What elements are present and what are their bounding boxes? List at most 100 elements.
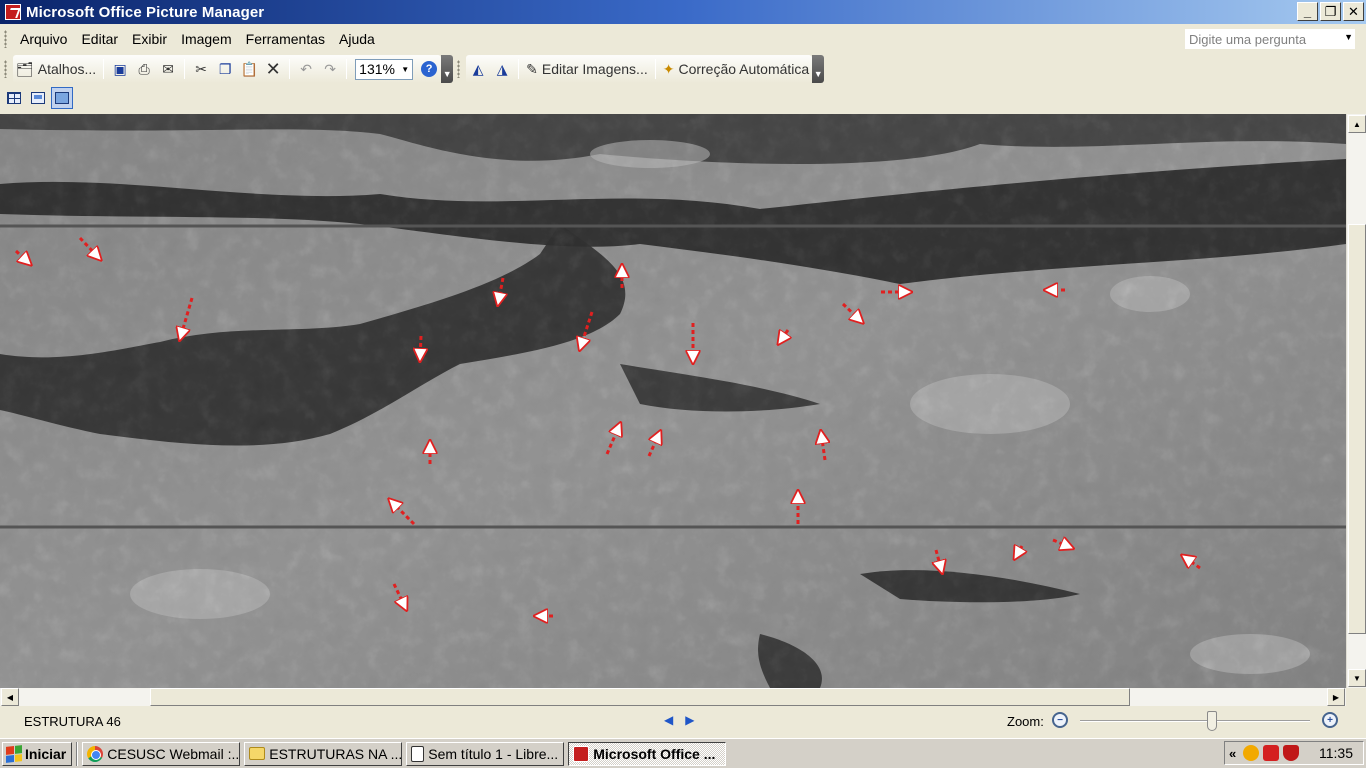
print-icon: ⎙ [138,60,150,77]
shortcuts-button[interactable]: 🗂 Atalhos... [13,58,99,80]
undo-button[interactable]: ↶ [294,58,318,80]
toolbar-separator [518,59,520,79]
surface-texture [0,114,1346,688]
zoom-out-icon[interactable]: − [1052,712,1068,728]
email-icon: ✉ [162,60,175,77]
start-button[interactable]: Iniciar [2,741,73,766]
picture-view[interactable] [0,114,1346,688]
horizontal-scrollbar[interactable]: ◀ ▶ [0,688,1346,706]
scroll-down-button[interactable]: ▼ [1348,669,1366,687]
edit-images-button[interactable]: ✎ Editar Imagens... [523,58,651,80]
edit-images-label: Editar Imagens... [541,61,648,77]
zoom-combo[interactable]: 131% ▼ [355,58,414,80]
clock: 11:35 [1319,745,1353,761]
rotate-left-icon: ◭ [472,60,484,77]
standard-toolbar: 🗂 Atalhos... ▣ ⎙ ✉ ✂ ❐ 📋 ✕ ↶ ↷ 131% ▼ ? … [0,54,880,84]
chrome-icon [87,745,104,762]
rotate-right-icon: ◮ [496,60,508,77]
arrow-right-icon: ▶ [1332,692,1340,702]
vertical-scrollbar[interactable]: ▲ ▼ [1346,114,1366,688]
zoom-in-icon[interactable]: + [1322,712,1338,728]
scroll-left-button[interactable]: ◀ [1,688,19,706]
zoom-slider-track[interactable] [1080,720,1310,722]
horizontal-scroll-thumb[interactable] [150,688,1130,706]
delete-button[interactable]: ✕ [261,58,285,80]
ask-dropdown-icon[interactable]: ▼ [1344,32,1353,42]
rotate-right-button[interactable]: ◮ [490,58,514,80]
save-icon: ▣ [113,60,127,77]
rotate-left-button[interactable]: ◭ [466,58,490,80]
single-picture-view-icon [55,92,69,104]
filmstrip-view-button[interactable] [27,87,49,109]
zoom-slider-thumb[interactable] [1207,711,1217,731]
menu-editar[interactable]: Editar [74,31,125,47]
current-file-name: ESTRUTURA 46 [24,714,121,729]
toolbar-options-button[interactable]: ▼ [441,55,454,83]
toolbar-grip[interactable] [457,60,461,78]
scroll-up-button[interactable]: ▲ [1348,115,1366,133]
minimize-button[interactable]: _ [1297,2,1318,21]
undo-icon: ↶ [300,60,313,77]
taskbar-divider [76,741,79,766]
taskbar-item-label: ESTRUTURAS NA ... [269,745,403,762]
document-icon [411,745,425,762]
taskbar-item-folder[interactable]: ESTRUTURAS NA ... [244,741,403,766]
single-picture-view-button[interactable] [51,87,73,109]
shortcuts-icon: 🗂 [16,60,34,77]
lunar-surface-photo [0,114,1346,688]
menu-ajuda[interactable]: Ajuda [332,31,382,47]
menu-ferramentas[interactable]: Ferramentas [239,31,332,47]
messenger-icon[interactable] [1243,745,1259,761]
copy-button[interactable]: ❐ [213,58,237,80]
window-title: Microsoft Office Picture Manager [26,3,265,21]
vertical-scroll-thumb[interactable] [1348,224,1366,634]
close-button[interactable]: ✕ [1343,2,1364,21]
auto-correct-button[interactable]: ✦ Correção Automática [660,58,812,80]
edit-images-icon: ✎ [526,60,538,77]
show-hidden-icons-icon[interactable]: « [1229,746,1239,761]
previous-picture-icon[interactable]: ◀ [664,713,673,727]
taskbar-item-libreoffice[interactable]: Sem título 1 - Libre... [406,741,565,766]
taskbar-item-webmail[interactable]: CESUSC Webmail :... [82,741,241,766]
ask-question-box[interactable]: Digite uma pergunta ▼ [1184,28,1356,50]
menu-arquivo[interactable]: Arquivo [13,31,74,47]
zoom-combo-arrow-icon[interactable]: ▼ [401,65,409,74]
zoom-label: Zoom: [1007,714,1044,729]
filmstrip-view-icon [31,92,45,104]
taskbar-item-picture-manager[interactable]: Microsoft Office ... [568,741,727,766]
menu-imagem[interactable]: Imagem [174,31,239,47]
taskbar: Iniciar CESUSC Webmail :... ESTRUTURAS N… [0,738,1366,768]
redo-button[interactable]: ↷ [318,58,342,80]
system-tray: « 11:35 [1224,741,1364,765]
picture-manager-icon [573,745,590,762]
paste-icon: 📋 [240,60,258,77]
thumbnail-view-icon [7,92,21,104]
scissors-icon: ✂ [195,60,208,77]
picture-manager-icon [5,4,21,20]
email-button[interactable]: ✉ [156,58,180,80]
copy-icon: ❐ [218,60,232,77]
picture-navigation: ◀ ▶ [664,713,694,727]
print-button[interactable]: ⎙ [132,58,156,80]
toolbar-group-main: 🗂 Atalhos... ▣ ⎙ ✉ ✂ ❐ 📋 ✕ ↶ ↷ 131% ▼ ? [13,55,442,83]
cut-button[interactable]: ✂ [189,58,213,80]
toolbar-grip[interactable] [4,60,7,78]
delete-icon: ✕ [265,58,281,79]
thumbnail-view-button[interactable] [3,87,25,109]
paste-button[interactable]: 📋 [237,58,261,80]
toolbar-options-button[interactable]: ▼ [812,55,825,83]
menu-grip[interactable] [4,30,7,48]
taskbar-item-label: CESUSC Webmail :... [107,745,241,762]
save-button[interactable]: ▣ [108,58,132,80]
menu-exibir[interactable]: Exibir [125,31,174,47]
title-bar: Microsoft Office Picture Manager _ ❐ ✕ [0,0,1366,24]
start-label: Iniciar [25,745,67,762]
scroll-right-button[interactable]: ▶ [1327,688,1345,706]
restore-button[interactable]: ❐ [1320,2,1341,21]
help-button[interactable]: ? [417,58,441,80]
shortcuts-label: Atalhos... [37,61,97,77]
antivirus-shield-icon[interactable] [1283,745,1299,761]
windows-logo-icon [6,744,22,763]
pdf-reader-icon[interactable] [1263,745,1279,761]
next-picture-icon[interactable]: ▶ [685,713,694,727]
